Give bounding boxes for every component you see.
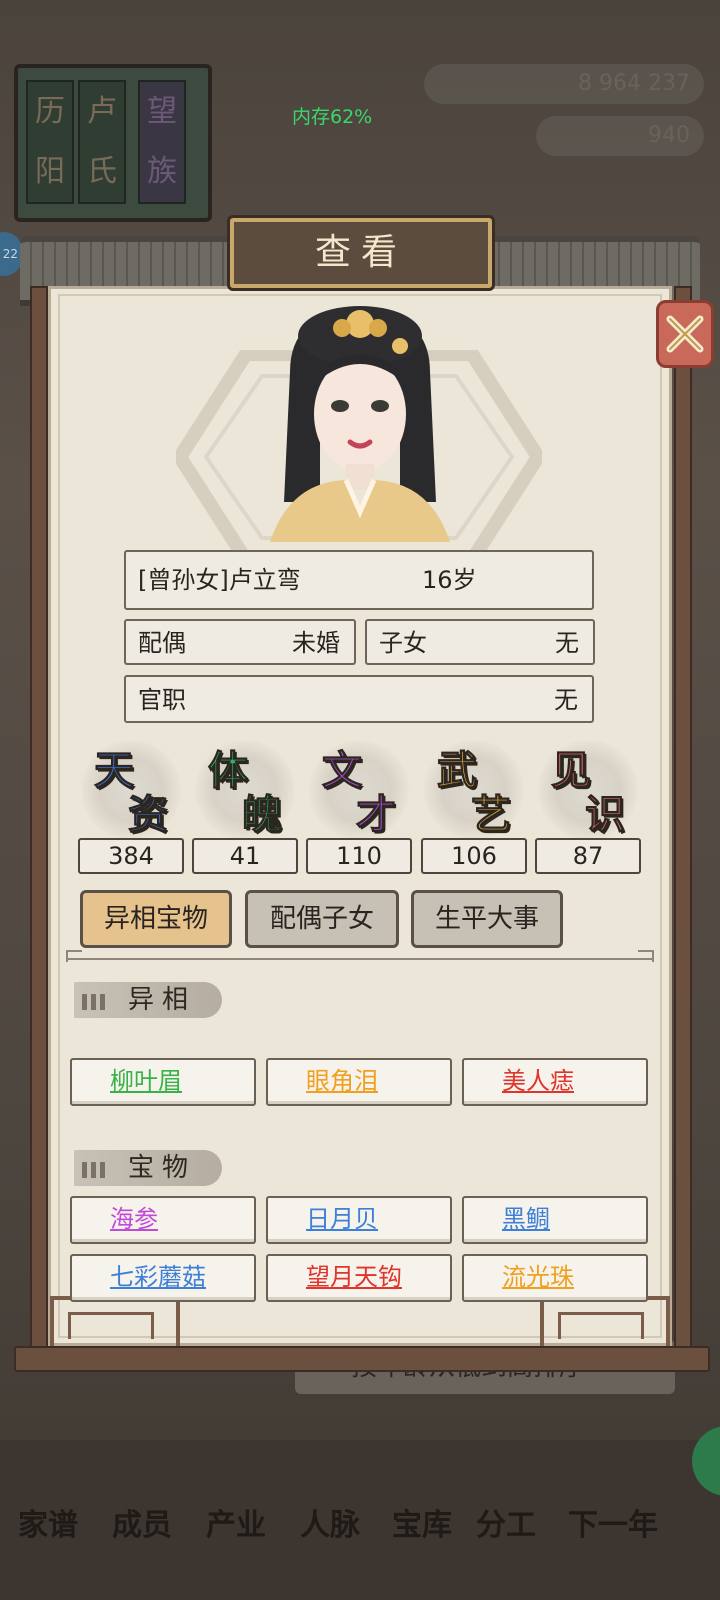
stat-name-char: 识 bbox=[585, 791, 626, 839]
stat-name-char: 资 bbox=[128, 791, 169, 839]
stat-name-char: 魄 bbox=[242, 791, 283, 839]
stat-value: 87 bbox=[535, 838, 641, 874]
lattice-left bbox=[50, 1296, 180, 1346]
header-pattern-icon bbox=[82, 1162, 108, 1178]
section-divider bbox=[66, 958, 654, 960]
tab-traits-treasures[interactable]: 异相宝物 bbox=[80, 890, 232, 948]
dialog-title: 查看 bbox=[314, 232, 407, 273]
traits-header: 异相 bbox=[74, 982, 222, 1018]
stat-value: 110 bbox=[306, 838, 412, 874]
memory-indicator: 内存62% bbox=[292, 106, 373, 128]
tab-spouse-children[interactable]: 配偶子女 bbox=[245, 890, 399, 948]
treasure-label: 七彩蘑菇 bbox=[110, 1263, 206, 1291]
nav-members: 成员 bbox=[112, 1508, 172, 1543]
trait-label: 柳叶眉 bbox=[110, 1067, 182, 1095]
treasure-item[interactable]: 七彩蘑菇 bbox=[70, 1254, 256, 1302]
stat-name-char: 才 bbox=[356, 791, 397, 839]
office-box: 官职 无 bbox=[124, 675, 594, 723]
treasures-header-label: 宝物 bbox=[128, 1153, 197, 1183]
book-spine-right: 望族 bbox=[138, 80, 186, 204]
trait-item[interactable]: 美人痣 bbox=[462, 1058, 648, 1106]
dialog-title-plate: 查看 bbox=[230, 218, 492, 288]
nav-next-year: 下一年 bbox=[568, 1508, 658, 1543]
resource-bar: 8 964 237 bbox=[424, 64, 704, 104]
trait-label: 美人痣 bbox=[502, 1067, 574, 1095]
name-box: [曾孙女]卢立弯 16岁 bbox=[124, 550, 594, 610]
book-spine-middle: 卢氏 bbox=[78, 80, 126, 204]
dialog-pillar-left bbox=[30, 286, 48, 1370]
treasure-item[interactable]: 黑鲷 bbox=[462, 1196, 648, 1244]
treasure-label: 海参 bbox=[110, 1205, 158, 1233]
spouse-box: 配偶 未婚 bbox=[124, 619, 356, 665]
dialog-pillar-right bbox=[674, 286, 692, 1370]
treasure-item[interactable]: 流光珠 bbox=[462, 1254, 648, 1302]
spouse-label: 配偶 bbox=[138, 629, 186, 657]
tab-life-events[interactable]: 生平大事 bbox=[411, 890, 563, 948]
treasure-item[interactable]: 望月天钩 bbox=[266, 1254, 452, 1302]
treasure-item[interactable]: 海参 bbox=[70, 1196, 256, 1244]
nav-family-tree: 家谱 bbox=[18, 1508, 78, 1543]
treasure-label: 黑鲷 bbox=[502, 1205, 550, 1233]
trait-item[interactable]: 柳叶眉 bbox=[70, 1058, 256, 1106]
stat-value: 41 bbox=[192, 838, 298, 874]
divider-corner-left bbox=[66, 950, 82, 962]
spouse-value: 未婚 bbox=[292, 629, 340, 657]
trait-label: 眼角泪 bbox=[306, 1067, 378, 1095]
stat-name-char: 艺 bbox=[471, 791, 512, 839]
character-age: 16岁 bbox=[422, 566, 477, 594]
stat-value: 384 bbox=[78, 838, 184, 874]
nav-treasury: 宝库 bbox=[392, 1508, 452, 1543]
office-value: 无 bbox=[554, 686, 578, 714]
book-spine-left: 历阳 bbox=[26, 80, 74, 204]
trait-item[interactable]: 眼角泪 bbox=[266, 1058, 452, 1106]
dialog-base bbox=[14, 1346, 710, 1372]
treasures-header: 宝物 bbox=[74, 1150, 222, 1186]
gold-bar: 940 bbox=[536, 116, 704, 156]
traits-header-label: 异相 bbox=[128, 985, 197, 1015]
character-portrait bbox=[270, 306, 450, 542]
office-label: 官职 bbox=[138, 686, 186, 714]
children-value: 无 bbox=[555, 629, 579, 657]
close-icon bbox=[666, 315, 704, 353]
treasure-item[interactable]: 日月贝 bbox=[266, 1196, 452, 1244]
close-button[interactable] bbox=[656, 300, 714, 368]
treasure-label: 日月贝 bbox=[306, 1205, 378, 1233]
children-label: 子女 bbox=[379, 629, 427, 657]
nav-connections: 人脉 bbox=[300, 1508, 360, 1543]
divider-corner-right bbox=[638, 950, 654, 962]
nav-property: 产业 bbox=[206, 1508, 266, 1543]
family-book: 历阳 卢氏 望族 bbox=[14, 64, 212, 222]
treasure-label: 流光珠 bbox=[502, 1263, 574, 1291]
lattice-right bbox=[540, 1296, 670, 1346]
character-name: [曾孙女]卢立弯 bbox=[138, 566, 301, 594]
treasure-label: 望月天钩 bbox=[306, 1263, 402, 1291]
children-box: 子女 无 bbox=[365, 619, 595, 665]
nav-division: 分工 bbox=[476, 1508, 536, 1543]
stat-value: 106 bbox=[421, 838, 527, 874]
header-pattern-icon bbox=[82, 994, 108, 1010]
